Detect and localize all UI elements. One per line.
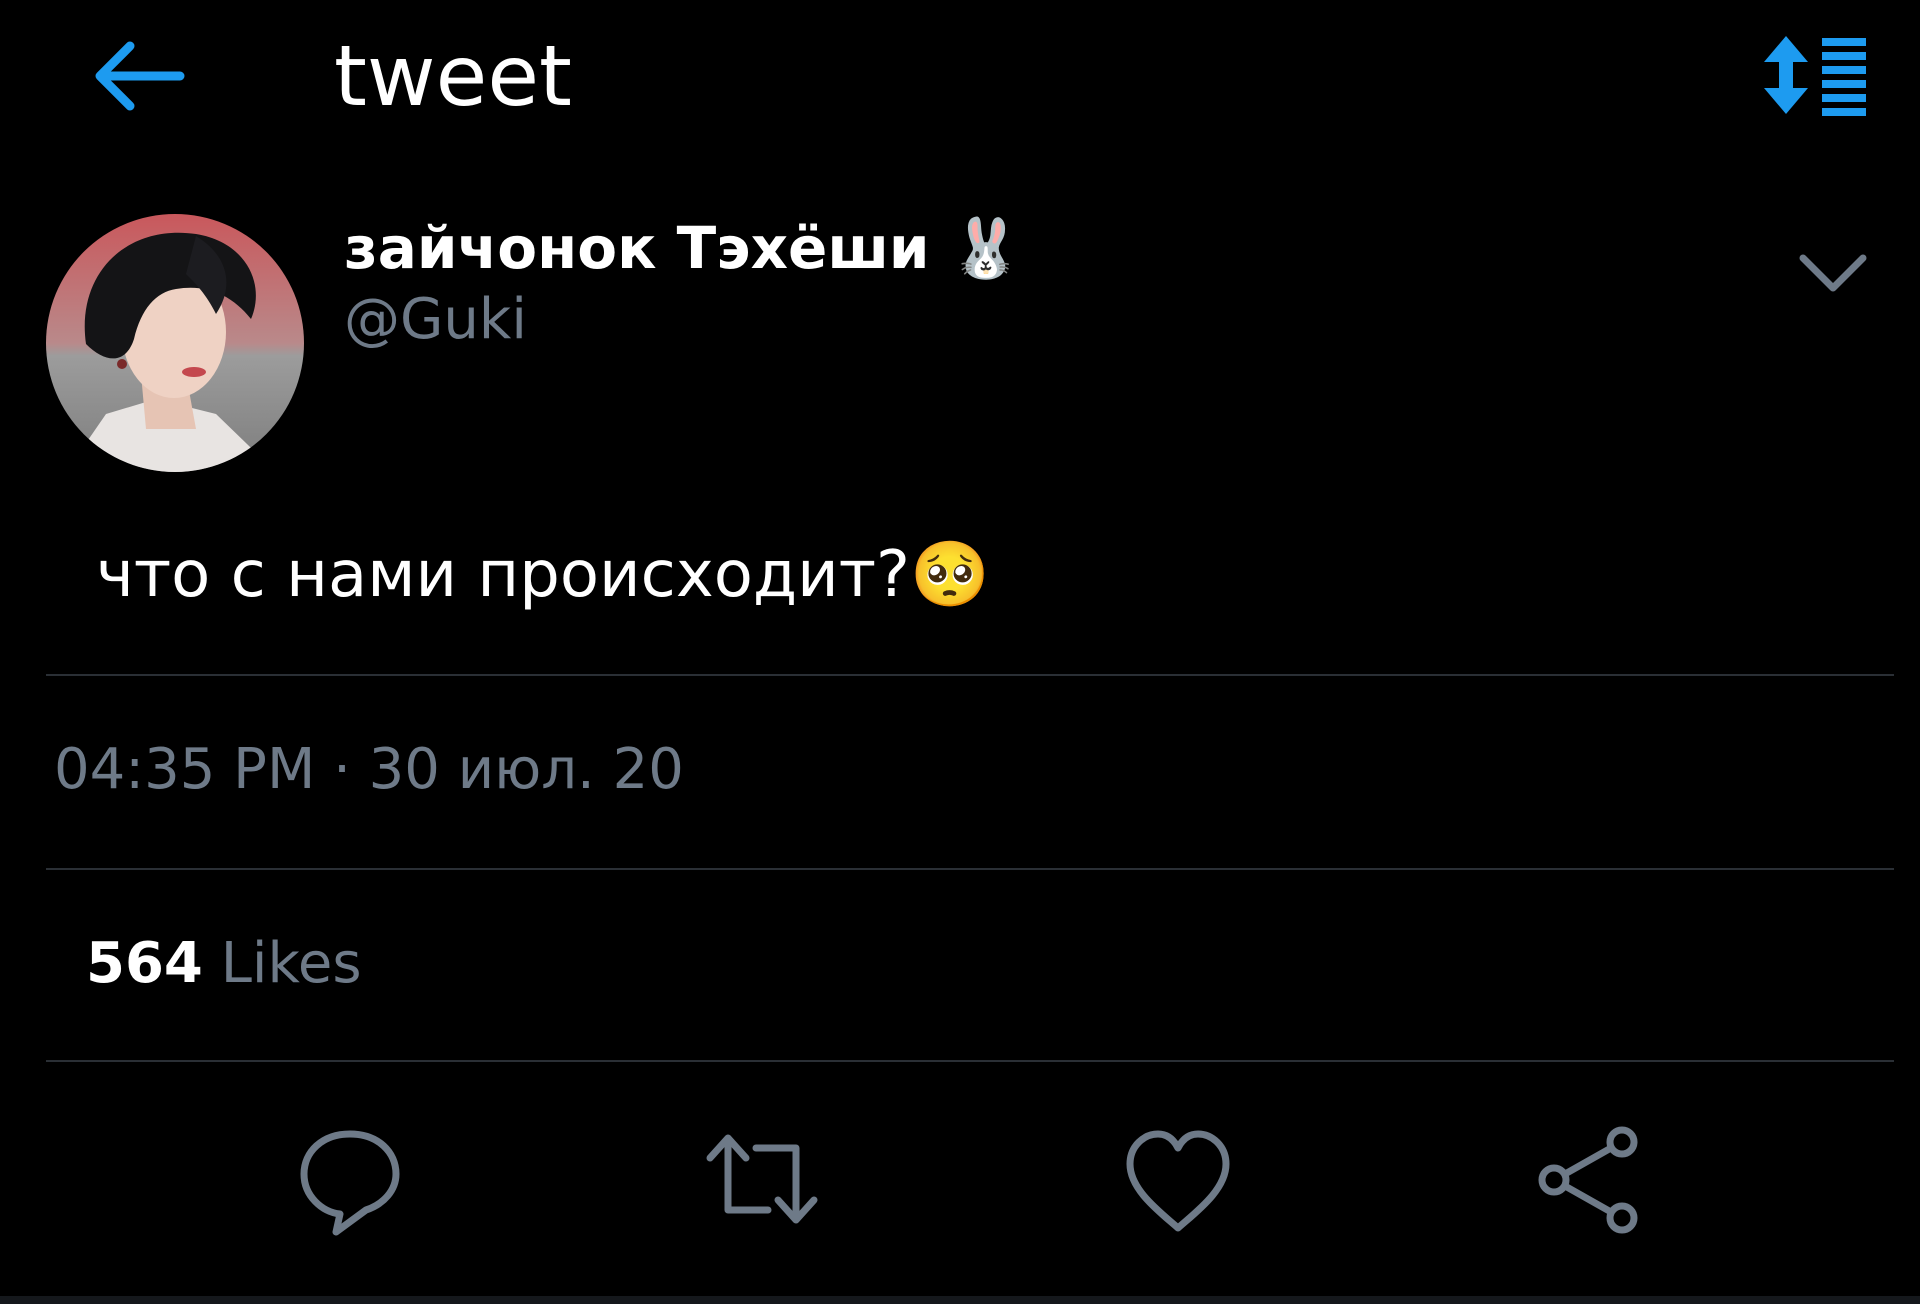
sort-button[interactable]: [1760, 34, 1870, 116]
likes-count: 564: [86, 931, 203, 996]
retweet-icon: [706, 1134, 818, 1224]
profile-photo: [46, 214, 304, 472]
like-button[interactable]: [1118, 1120, 1238, 1240]
avatar[interactable]: [46, 214, 304, 472]
like-icon: [1126, 1130, 1230, 1232]
divider: [46, 674, 1894, 676]
divider: [46, 868, 1894, 870]
page-title: tweet: [334, 27, 572, 125]
arrow-left-icon: [95, 41, 185, 111]
share-icon: [1538, 1126, 1638, 1234]
back-button[interactable]: [88, 36, 188, 116]
tweet-menu-button[interactable]: [1798, 248, 1868, 298]
sort-list-icon: [1764, 36, 1866, 116]
tweet-timestamp: 04:35 PM · 30 июл. 20: [54, 737, 684, 802]
reply-icon: [300, 1130, 400, 1236]
reply-button[interactable]: [290, 1120, 410, 1240]
bottom-edge: [0, 1296, 1920, 1304]
likes-label: Likes: [220, 931, 362, 996]
share-button[interactable]: [1530, 1120, 1650, 1240]
tweet-text: что с нами происходит?🥺: [96, 538, 990, 612]
user-handle[interactable]: @Guki: [344, 284, 527, 356]
divider: [46, 1060, 1894, 1062]
retweet-button[interactable]: [702, 1120, 822, 1240]
likes-stat[interactable]: 564 Likes: [86, 924, 362, 1004]
display-name[interactable]: зайчонок Тэхёши 🐰: [344, 210, 1022, 286]
chevron-down-icon: [1799, 254, 1867, 292]
